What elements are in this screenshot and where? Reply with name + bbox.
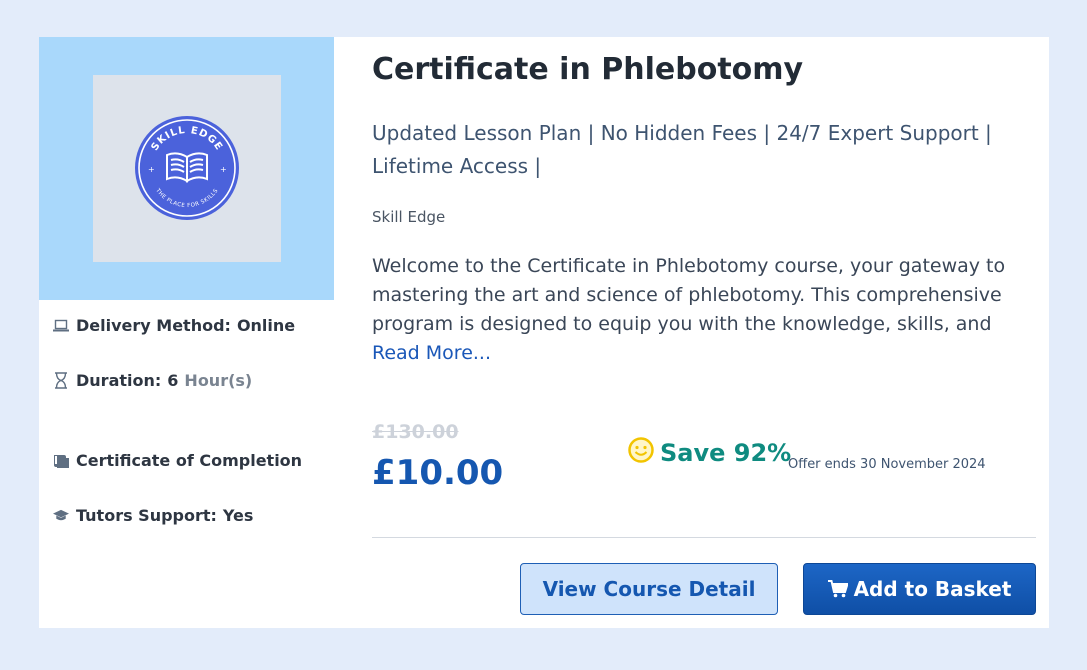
cart-icon xyxy=(827,580,848,598)
current-price: £10.00 xyxy=(372,453,504,493)
tutors-label: Tutors Support: xyxy=(76,506,217,525)
duration: Duration: 6 Hour(s) xyxy=(53,371,252,390)
certificate-of-completion: Certificate of Completion xyxy=(53,451,302,470)
certificate-label: Certificate of Completion xyxy=(76,451,303,470)
course-description: Welcome to the Certificate in Phlebotomy… xyxy=(372,252,1022,368)
duration-unit: Hour(s) xyxy=(184,371,253,390)
book-icon xyxy=(166,152,208,183)
view-course-detail-label: View Course Detail xyxy=(542,577,756,601)
save-badge: Save 92% xyxy=(628,437,791,469)
course-thumbnail[interactable]: SKILL EDGE THE PLACE FOR SKILLS + + xyxy=(39,37,334,300)
course-tagline: Updated Lesson Plan | No Hidden Fees | 2… xyxy=(372,121,992,178)
course-title[interactable]: Certificate in Phlebotomy xyxy=(372,52,803,87)
description-text: Welcome to the Certificate in Phlebotomy… xyxy=(372,255,1006,335)
add-to-basket-label: Add to Basket xyxy=(853,577,1012,601)
old-price: £130.00 xyxy=(372,421,459,443)
duration-label: Duration: xyxy=(76,371,162,390)
skill-edge-logo: SKILL EDGE THE PLACE FOR SKILLS + + xyxy=(135,116,239,220)
svg-text:+: + xyxy=(148,165,155,174)
course-sidebar: SKILL EDGE THE PLACE FOR SKILLS + + Deli… xyxy=(39,37,334,628)
course-card: SKILL EDGE THE PLACE FOR SKILLS + + Deli… xyxy=(39,37,1049,628)
delivery-value: Online xyxy=(236,316,296,335)
add-to-basket-button[interactable]: Add to Basket xyxy=(803,563,1036,615)
graduation-cap-icon xyxy=(53,508,69,524)
save-text: Save 92% xyxy=(660,439,792,467)
course-details: Certificate in Phlebotomy Updated Lesson… xyxy=(372,37,1036,628)
smiley-icon xyxy=(628,437,654,469)
tutors-value: Yes xyxy=(222,506,254,525)
hourglass-icon xyxy=(53,372,69,389)
svg-text:+: + xyxy=(220,165,227,174)
delivery-label: Delivery Method: xyxy=(76,316,231,335)
certificate-icon xyxy=(53,453,69,469)
duration-value: 6 xyxy=(167,371,179,390)
view-course-detail-button[interactable]: View Course Detail xyxy=(520,563,778,615)
offer-ends-text: Offer ends 30 November 2024 xyxy=(788,457,986,472)
read-more-link[interactable]: Read More... xyxy=(372,342,491,364)
laptop-icon xyxy=(53,318,69,334)
logo-frame: SKILL EDGE THE PLACE FOR SKILLS + + xyxy=(93,75,281,262)
delivery-method: Delivery Method: Online xyxy=(53,316,295,335)
divider xyxy=(372,537,1036,538)
course-provider: Skill Edge xyxy=(372,208,446,226)
tutors-support: Tutors Support: Yes xyxy=(53,506,253,525)
